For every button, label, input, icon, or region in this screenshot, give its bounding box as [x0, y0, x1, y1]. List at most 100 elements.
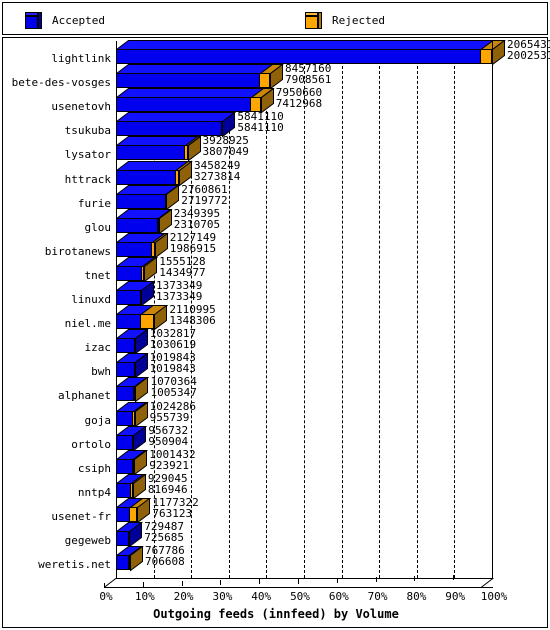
bar-value-accepted: 3807049: [202, 145, 249, 159]
bar-segment-accepted: [116, 97, 251, 113]
bar-value-accepted: 7412968: [275, 97, 323, 111]
bar-segment-rejected: [184, 145, 188, 161]
category-label: tnet: [84, 268, 112, 282]
bar-side-face: [132, 473, 146, 500]
bar-value-accepted: 950904: [148, 434, 189, 448]
bar-segment-rejected: [164, 193, 167, 209]
bar-segment-rejected: [131, 458, 135, 474]
legend-item-rejected: Rejected: [305, 10, 385, 30]
bar: [116, 338, 135, 354]
gridline: [416, 41, 418, 578]
category-label: nntp4: [77, 485, 111, 499]
bar-value-total: 3458249: [193, 158, 241, 172]
bar: [116, 217, 160, 233]
bar-segment-rejected: [258, 73, 270, 89]
y-axis-line: [116, 41, 117, 578]
legend-label-rejected: Rejected: [332, 13, 385, 27]
category-label: goja: [84, 413, 112, 427]
x-axis-tick: [259, 579, 261, 585]
bar-value-accepted: 923921: [149, 458, 189, 472]
bar-segment-rejected: [157, 217, 160, 233]
bar-value-accepted: 725685: [144, 531, 185, 544]
axis-floor-right-edge: [481, 578, 494, 588]
plot-right-border: [492, 41, 493, 578]
bar-value-accepted: 1348306: [169, 314, 216, 328]
bar-segment-accepted: [116, 531, 130, 546]
bar: [116, 290, 141, 305]
bar-segment-rejected: [128, 506, 138, 522]
bar: [116, 362, 135, 378]
bar: [116, 506, 138, 522]
bar-segment-rejected: [151, 241, 155, 257]
bar-segment-rejected: [174, 169, 179, 185]
bar-value-accepted: 2719772: [181, 193, 228, 207]
x-axis-tick-label: 30%: [212, 590, 233, 603]
category-label: bete-des-vosges: [11, 76, 111, 90]
x-axis-tick-label: 20%: [173, 590, 194, 603]
x-axis-tick: [104, 583, 105, 588]
category-label: usenetovh: [51, 100, 111, 114]
category-label: birotanews: [44, 244, 111, 258]
x-axis-tick-label: 10%: [134, 590, 155, 603]
bar-segment-accepted: [116, 506, 130, 522]
bar-segment-accepted: [116, 410, 134, 426]
x-axis-tick: [336, 577, 338, 583]
bar-value-total: 2760861: [181, 182, 228, 196]
legend-item-accepted: Accepted: [25, 10, 105, 30]
bar-side-face: [141, 281, 154, 307]
category-label: linuxd: [71, 293, 111, 306]
x-axis-line-front: [104, 587, 493, 588]
legend-label-accepted: Accepted: [52, 13, 105, 27]
x-axis-tick: [181, 581, 183, 587]
bar: [116, 386, 136, 402]
category-label: ortolo: [71, 437, 111, 451]
bar-segment-rejected: [133, 386, 136, 402]
category-label: csiph: [77, 461, 111, 475]
x-axis-tick-label: 0%: [99, 590, 113, 603]
category-label: alphanet: [58, 389, 111, 403]
category-label: httrack: [64, 172, 111, 186]
bar-segment-accepted: [116, 338, 135, 354]
chart-plot-area: lightlink2065431520025311bete-des-vosges…: [2, 37, 550, 628]
bar-segment-accepted: [116, 482, 131, 498]
x-axis-tick: [220, 580, 222, 586]
bar-value-accepted: 1019843: [149, 362, 196, 376]
bar-segment-accepted: [116, 73, 260, 89]
category-label: tsukuba: [64, 124, 111, 138]
bar: [116, 241, 155, 257]
category-label: usenet-fr: [51, 509, 111, 523]
category-label: niel.me: [64, 317, 111, 331]
bar-value-accepted: 5841110: [237, 121, 284, 135]
bar-value-accepted: 3273814: [193, 169, 241, 183]
bar-side-face: [135, 377, 149, 403]
x-axis-tick-label: 50%: [290, 590, 310, 603]
bar: [116, 482, 133, 498]
bar-side-face: [133, 425, 147, 452]
chart-screenshot: Accepted Rejected lightlink2065431520025…: [0, 0, 550, 630]
x-axis-tick: [414, 575, 416, 581]
bar: [116, 555, 130, 571]
x-axis-tick-label: 90%: [445, 590, 466, 603]
bar-value-accepted: 20025311: [507, 49, 550, 62]
x-axis-tick: [492, 574, 493, 579]
x-axis-tick: [375, 576, 377, 582]
bar-segment-rejected: [141, 265, 145, 281]
bar-value-total: 956732: [148, 423, 189, 437]
axis-floor-left-edge: [104, 578, 117, 588]
bar-value-accepted: 1030619: [149, 338, 197, 352]
bar-segment-accepted: [116, 434, 134, 450]
bar: [116, 434, 134, 450]
bar-segment-accepted: [116, 265, 143, 281]
bar-value-accepted: 1434977: [159, 265, 206, 279]
chart-legend: Accepted Rejected: [2, 2, 548, 35]
x-axis-tick-label: 60%: [328, 590, 349, 603]
bar-segment-rejected: [129, 482, 133, 498]
category-label: furie: [77, 196, 111, 210]
bar-segment-accepted: [116, 314, 141, 330]
x-axis-tick-label: 70%: [367, 590, 388, 603]
bar: [116, 193, 167, 209]
bar: [116, 73, 270, 89]
category-label: glou: [84, 220, 112, 234]
bar-side-face: [492, 40, 505, 66]
bar-value-accepted: 816946: [147, 482, 188, 496]
